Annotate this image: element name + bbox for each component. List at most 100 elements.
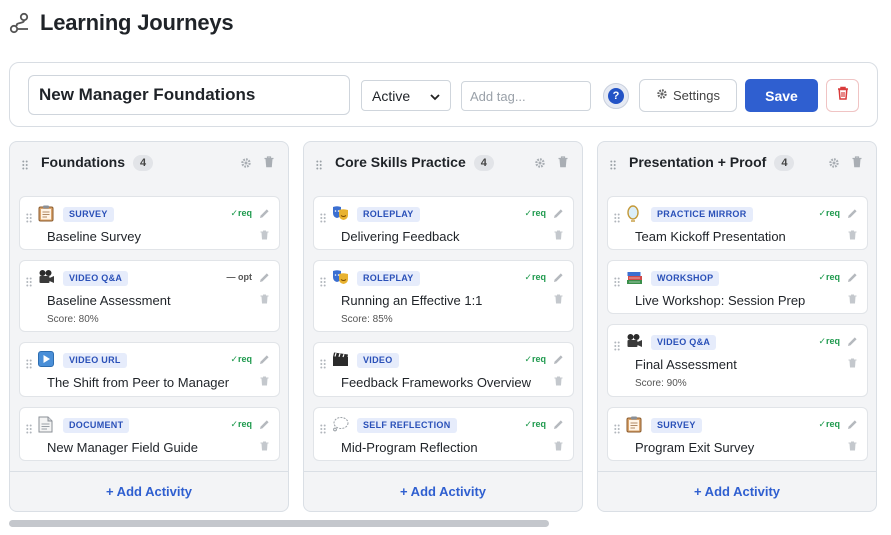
help-button[interactable]: ? <box>603 83 629 109</box>
video-camera-icon <box>38 269 56 287</box>
activity-card[interactable]: VIDEO Q&A ✓req Final Assessment Score: 9… <box>607 324 868 397</box>
required-flag: ✓req <box>230 208 252 218</box>
drag-handle-icon[interactable] <box>320 421 326 439</box>
pencil-icon[interactable] <box>259 206 270 224</box>
activity-card[interactable]: VIDEO URL ✓req The Shift from Peer to Ma… <box>19 342 280 397</box>
drag-handle-icon[interactable] <box>320 356 326 374</box>
activity-card[interactable]: SURVEY ✓req Baseline Survey <box>19 196 280 250</box>
pencil-icon[interactable] <box>847 417 858 435</box>
save-button[interactable]: Save <box>745 79 818 112</box>
drag-handle-icon[interactable] <box>22 157 28 175</box>
horizontal-scrollbar[interactable] <box>9 520 549 527</box>
activity-title: Program Exit Survey <box>635 440 755 455</box>
clipboard-icon <box>626 416 644 434</box>
add-activity-button[interactable]: + Add Activity <box>598 471 876 511</box>
required-flag: ✓req <box>524 272 546 282</box>
required-flag: ✓req <box>524 208 546 218</box>
trash-icon[interactable] <box>852 155 862 173</box>
settings-button[interactable]: Settings <box>639 79 737 112</box>
trash-icon[interactable] <box>848 227 857 245</box>
trash-icon[interactable] <box>260 291 269 309</box>
activity-card[interactable]: DOCUMENT ✓req New Manager Field Guide <box>19 407 280 461</box>
trash-icon[interactable] <box>848 291 857 309</box>
activity-score: Score: 90% <box>635 378 687 389</box>
drag-handle-icon[interactable] <box>614 274 620 292</box>
pencil-icon[interactable] <box>553 417 564 435</box>
drag-handle-icon[interactable] <box>320 274 326 292</box>
journey-route-icon <box>8 11 32 35</box>
drag-handle-icon[interactable] <box>610 157 616 175</box>
trash-icon[interactable] <box>558 155 568 173</box>
pencil-icon[interactable] <box>847 334 858 352</box>
pencil-icon[interactable] <box>847 270 858 288</box>
delete-journey-button[interactable] <box>826 79 859 112</box>
stage-title-text: Core Skills Practice <box>335 154 466 170</box>
gear-icon[interactable] <box>828 156 840 174</box>
activity-title: The Shift from Peer to Manager <box>47 375 230 390</box>
drag-handle-icon[interactable] <box>316 157 322 175</box>
drag-handle-icon[interactable] <box>614 210 620 228</box>
activity-card[interactable]: WORKSHOP ✓req Live Workshop: Session Pre… <box>607 260 868 314</box>
stage-header: Core Skills Practice 4 <box>304 142 582 184</box>
trash-icon[interactable] <box>848 438 857 456</box>
activity-title: Feedback Frameworks Overview <box>341 375 531 390</box>
clipboard-icon <box>38 205 56 223</box>
activity-card[interactable]: VIDEO ✓req Feedback Frameworks Overview <box>313 342 574 397</box>
trash-icon[interactable] <box>554 291 563 309</box>
trash-icon[interactable] <box>554 438 563 456</box>
tag-input[interactable] <box>461 81 591 111</box>
optional-flag: — opt <box>226 272 253 282</box>
gear-icon[interactable] <box>534 156 546 174</box>
activity-score: Score: 85% <box>341 314 393 325</box>
add-activity-button[interactable]: + Add Activity <box>10 471 288 511</box>
stage-title: Foundations 4 <box>41 154 154 171</box>
trash-icon[interactable] <box>264 155 274 173</box>
drag-handle-icon[interactable] <box>26 210 32 228</box>
drag-handle-icon[interactable] <box>320 210 326 228</box>
trash-icon[interactable] <box>848 355 857 373</box>
drag-handle-icon[interactable] <box>614 338 620 356</box>
activity-type-badge: PRACTICE MIRROR <box>651 207 753 222</box>
drag-handle-icon[interactable] <box>614 421 620 439</box>
activity-card[interactable]: VIDEO Q&A — opt Baseline Assessment Scor… <box>19 260 280 332</box>
activity-card[interactable]: ROLEPLAY ✓req Running an Effective 1:1 S… <box>313 260 574 332</box>
trash-icon[interactable] <box>554 373 563 391</box>
activity-score: Score: 80% <box>47 314 99 325</box>
trash-icon[interactable] <box>260 438 269 456</box>
masks-icon <box>332 205 350 223</box>
journey-toolbar: Active ? Settings Save <box>9 62 878 127</box>
pencil-icon[interactable] <box>259 270 270 288</box>
activity-type-badge: WORKSHOP <box>651 271 720 286</box>
masks-icon <box>332 269 350 287</box>
pencil-icon[interactable] <box>259 417 270 435</box>
activity-type-badge: SURVEY <box>63 207 114 222</box>
activity-title: Delivering Feedback <box>341 229 460 244</box>
settings-label: Settings <box>673 88 720 103</box>
trash-icon[interactable] <box>260 373 269 391</box>
activity-card[interactable]: ROLEPLAY ✓req Delivering Feedback <box>313 196 574 250</box>
trash-icon <box>837 86 849 105</box>
add-activity-button[interactable]: + Add Activity <box>304 471 582 511</box>
gear-icon[interactable] <box>240 156 252 174</box>
trash-icon[interactable] <box>554 227 563 245</box>
activity-card[interactable]: PRACTICE MIRROR ✓req Team Kickoff Presen… <box>607 196 868 250</box>
activity-card[interactable]: SELF REFLECTION ✓req Mid-Program Reflect… <box>313 407 574 461</box>
drag-handle-icon[interactable] <box>26 421 32 439</box>
drag-handle-icon[interactable] <box>26 274 32 292</box>
journey-name-input[interactable] <box>28 75 350 115</box>
stage-count-badge: 4 <box>133 155 154 171</box>
pencil-icon[interactable] <box>259 352 270 370</box>
play-icon <box>38 351 56 369</box>
activity-title: Running an Effective 1:1 <box>341 293 483 308</box>
stage-column: Presentation + Proof 4 PRACTICE MIRROR ✓r… <box>597 141 877 512</box>
pencil-icon[interactable] <box>847 206 858 224</box>
pencil-icon[interactable] <box>553 352 564 370</box>
stage-title-text: Presentation + Proof <box>629 154 767 170</box>
pencil-icon[interactable] <box>553 206 564 224</box>
drag-handle-icon[interactable] <box>26 356 32 374</box>
pencil-icon[interactable] <box>553 270 564 288</box>
status-select[interactable]: Active <box>361 80 451 111</box>
trash-icon[interactable] <box>260 227 269 245</box>
required-flag: ✓req <box>818 208 840 218</box>
activity-card[interactable]: SURVEY ✓req Program Exit Survey <box>607 407 868 461</box>
